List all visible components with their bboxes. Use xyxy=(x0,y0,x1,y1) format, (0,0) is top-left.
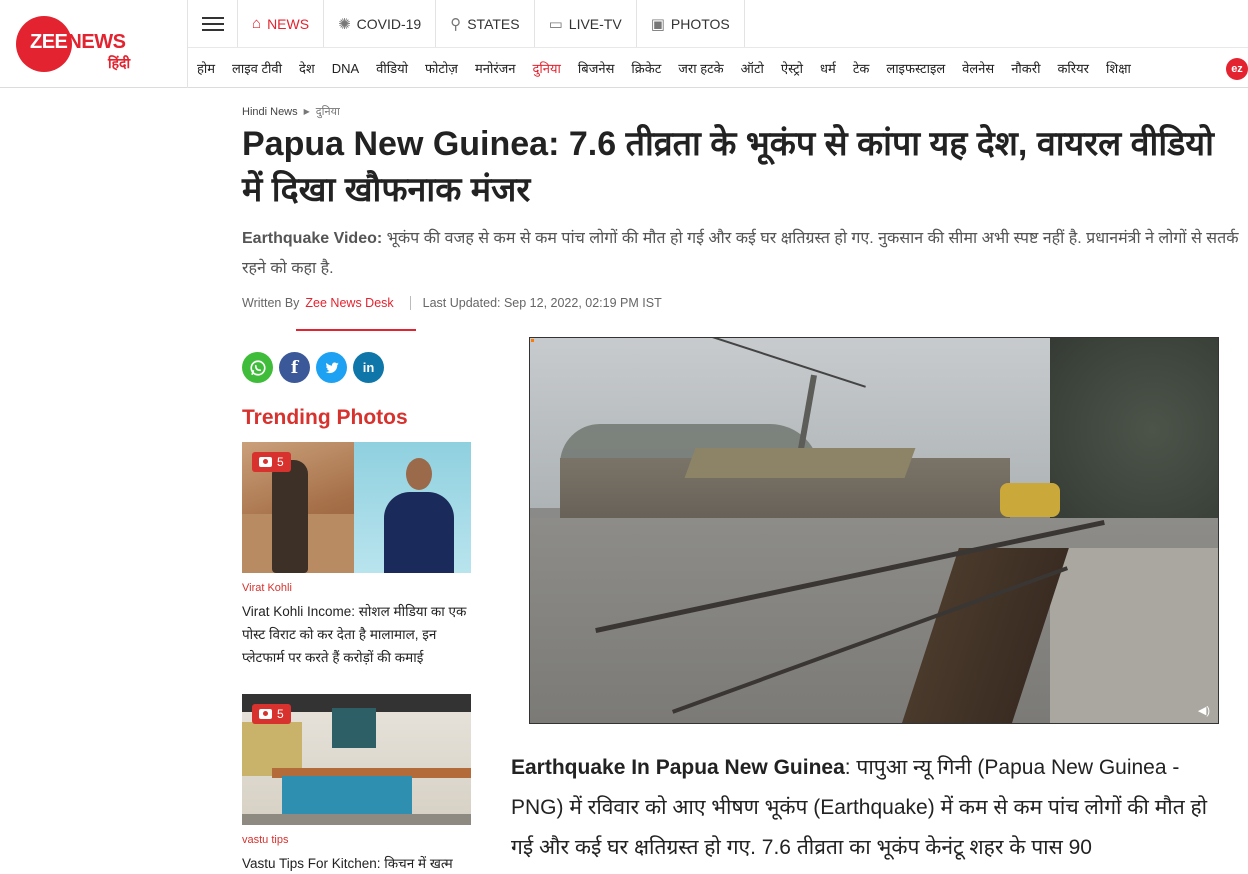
category-home[interactable]: होम xyxy=(197,59,215,77)
location-pin-icon: ⚲ xyxy=(450,15,462,33)
category-desh[interactable]: देश xyxy=(299,59,315,77)
photo-count: 5 xyxy=(277,455,284,469)
trending-card[interactable]: 5 vastu tips Vastu Tips For Kitchen: किच… xyxy=(242,694,471,874)
breadcrumb: Hindi News ▶ दुनिया xyxy=(242,104,340,119)
category-cricket[interactable]: क्रिकेट xyxy=(631,59,661,77)
ad-marker xyxy=(531,339,534,342)
camera-icon xyxy=(259,457,272,467)
whatsapp-share-button[interactable] xyxy=(242,352,273,383)
byline-divider xyxy=(409,296,411,310)
category-photos[interactable]: फोटोज़ xyxy=(425,59,458,77)
card-tag[interactable]: Virat Kohli xyxy=(242,582,471,594)
nav-photos[interactable]: ▣ PHOTOS xyxy=(637,0,745,47)
category-video[interactable]: वीडियो xyxy=(376,59,408,77)
logo-subtitle: हिंदी xyxy=(108,55,131,71)
top-navigation: ⌂ NEWS ✺ COVID-19 ⚲ STATES ▭ LIVE-TV ▣ P… xyxy=(188,0,745,47)
whatsapp-icon xyxy=(249,359,266,376)
facebook-icon: f xyxy=(290,357,299,378)
menu-button[interactable] xyxy=(188,0,238,47)
nav-photos-label: PHOTOS xyxy=(670,15,730,32)
body-lead: Earthquake In Papua New Guinea xyxy=(511,756,845,779)
nav-live-tv-label: LIVE-TV xyxy=(568,15,622,32)
category-lifestyle[interactable]: लाइफस्टाइल xyxy=(886,59,945,77)
category-dna[interactable]: DNA xyxy=(332,61,359,76)
photo-count: 5 xyxy=(277,707,284,721)
nav-states[interactable]: ⚲ STATES xyxy=(436,0,535,47)
category-zara-hatke[interactable]: जरा हटके xyxy=(678,59,723,77)
article-body-paragraph: Earthquake In Papua New Guinea: पापुआ न्… xyxy=(511,748,1223,868)
trending-thumbnail[interactable]: 5 xyxy=(242,694,471,825)
image-icon: ▣ xyxy=(650,15,665,33)
linkedin-share-button[interactable]: in xyxy=(353,352,384,383)
category-navigation: होम लाइव टीवी देश DNA वीडियो फोटोज़ मनोर… xyxy=(188,47,1248,88)
article-summary: Earthquake Video: भूकंप की वजह से कम से … xyxy=(242,224,1247,284)
zee-news-logo[interactable]: ZEENEWS हिंदी xyxy=(0,0,188,88)
category-world[interactable]: दुनिया xyxy=(533,59,561,77)
breadcrumb-home[interactable]: Hindi News xyxy=(242,106,298,118)
summary-text: भूकंप की वजह से कम से कम पांच लोगों की म… xyxy=(242,230,1239,277)
linkedin-icon: in xyxy=(362,360,375,375)
category-wellness[interactable]: वेलनेस xyxy=(962,59,994,77)
category-live-tv[interactable]: लाइव टीवी xyxy=(232,59,282,77)
category-religion[interactable]: धर्म xyxy=(820,59,836,77)
category-entertainment[interactable]: मनोरंजन xyxy=(475,59,516,77)
tv-icon: ▭ xyxy=(548,15,563,33)
nav-news[interactable]: ⌂ NEWS xyxy=(238,0,325,47)
site-header: ZEENEWS हिंदी ⌂ NEWS ✺ COVID-19 ⚲ STATES… xyxy=(0,0,1248,88)
photo-count-badge: 5 xyxy=(252,704,291,724)
nav-covid[interactable]: ✺ COVID-19 xyxy=(324,0,437,47)
twitter-icon xyxy=(325,361,339,373)
category-education[interactable]: शिक्षा xyxy=(1106,59,1131,77)
twitter-share-button[interactable] xyxy=(316,352,347,383)
logo-wordmark: ZEENEWS xyxy=(30,31,126,53)
article-hero-image[interactable]: ◀) xyxy=(529,337,1219,724)
category-astro[interactable]: ऐस्ट्रो xyxy=(781,59,803,77)
camera-icon xyxy=(259,709,272,719)
card-tag[interactable]: vastu tips xyxy=(242,834,471,846)
category-business[interactable]: बिजनेस xyxy=(578,59,614,77)
category-career[interactable]: करियर xyxy=(1057,59,1089,77)
trending-thumbnail[interactable]: 5 xyxy=(242,442,471,573)
hamburger-icon xyxy=(201,16,224,31)
nav-live-tv[interactable]: ▭ LIVE-TV xyxy=(535,0,637,47)
nav-covid-label: COVID-19 xyxy=(356,15,422,32)
written-by-label: Written By xyxy=(242,296,300,310)
virus-icon: ✺ xyxy=(338,15,351,33)
trending-card[interactable]: 5 Virat Kohli Virat Kohli Income: सोशल म… xyxy=(242,442,471,669)
article-headline: Papua New Guinea: 7.6 तीव्रता के भूकंप स… xyxy=(242,125,1214,209)
facebook-share-button[interactable]: f xyxy=(279,352,310,383)
chevron-right-icon: ▶ xyxy=(303,107,310,116)
category-auto[interactable]: ऑटो xyxy=(741,59,764,77)
category-jobs[interactable]: नौकरी xyxy=(1011,59,1040,77)
summary-lead: Earthquake Video: xyxy=(242,230,383,247)
share-bar: f in xyxy=(242,352,384,383)
byline: Written By Zee News Desk Last Updated: S… xyxy=(242,296,662,310)
breadcrumb-section[interactable]: दुनिया xyxy=(316,104,340,119)
category-tech[interactable]: टेक xyxy=(853,59,870,77)
last-updated: Last Updated: Sep 12, 2022, 02:19 PM IST xyxy=(422,296,662,310)
home-icon: ⌂ xyxy=(252,15,262,32)
author-link[interactable]: Zee News Desk xyxy=(305,296,393,310)
speaker-icon[interactable]: ◀) xyxy=(1198,704,1210,717)
card-title[interactable]: Vastu Tips For Kitchen: किचन में खत्म xyxy=(242,852,471,874)
photo-count-badge: 5 xyxy=(252,452,291,472)
trending-photos-heading: Trending Photos xyxy=(242,406,408,429)
nav-states-label: STATES xyxy=(467,15,520,32)
nav-news-label: NEWS xyxy=(267,15,310,32)
byline-underline xyxy=(296,329,416,331)
ez-icon[interactable]: ez xyxy=(1226,58,1248,80)
card-title[interactable]: Virat Kohli Income: सोशल मीडिया का एक पो… xyxy=(242,600,471,669)
